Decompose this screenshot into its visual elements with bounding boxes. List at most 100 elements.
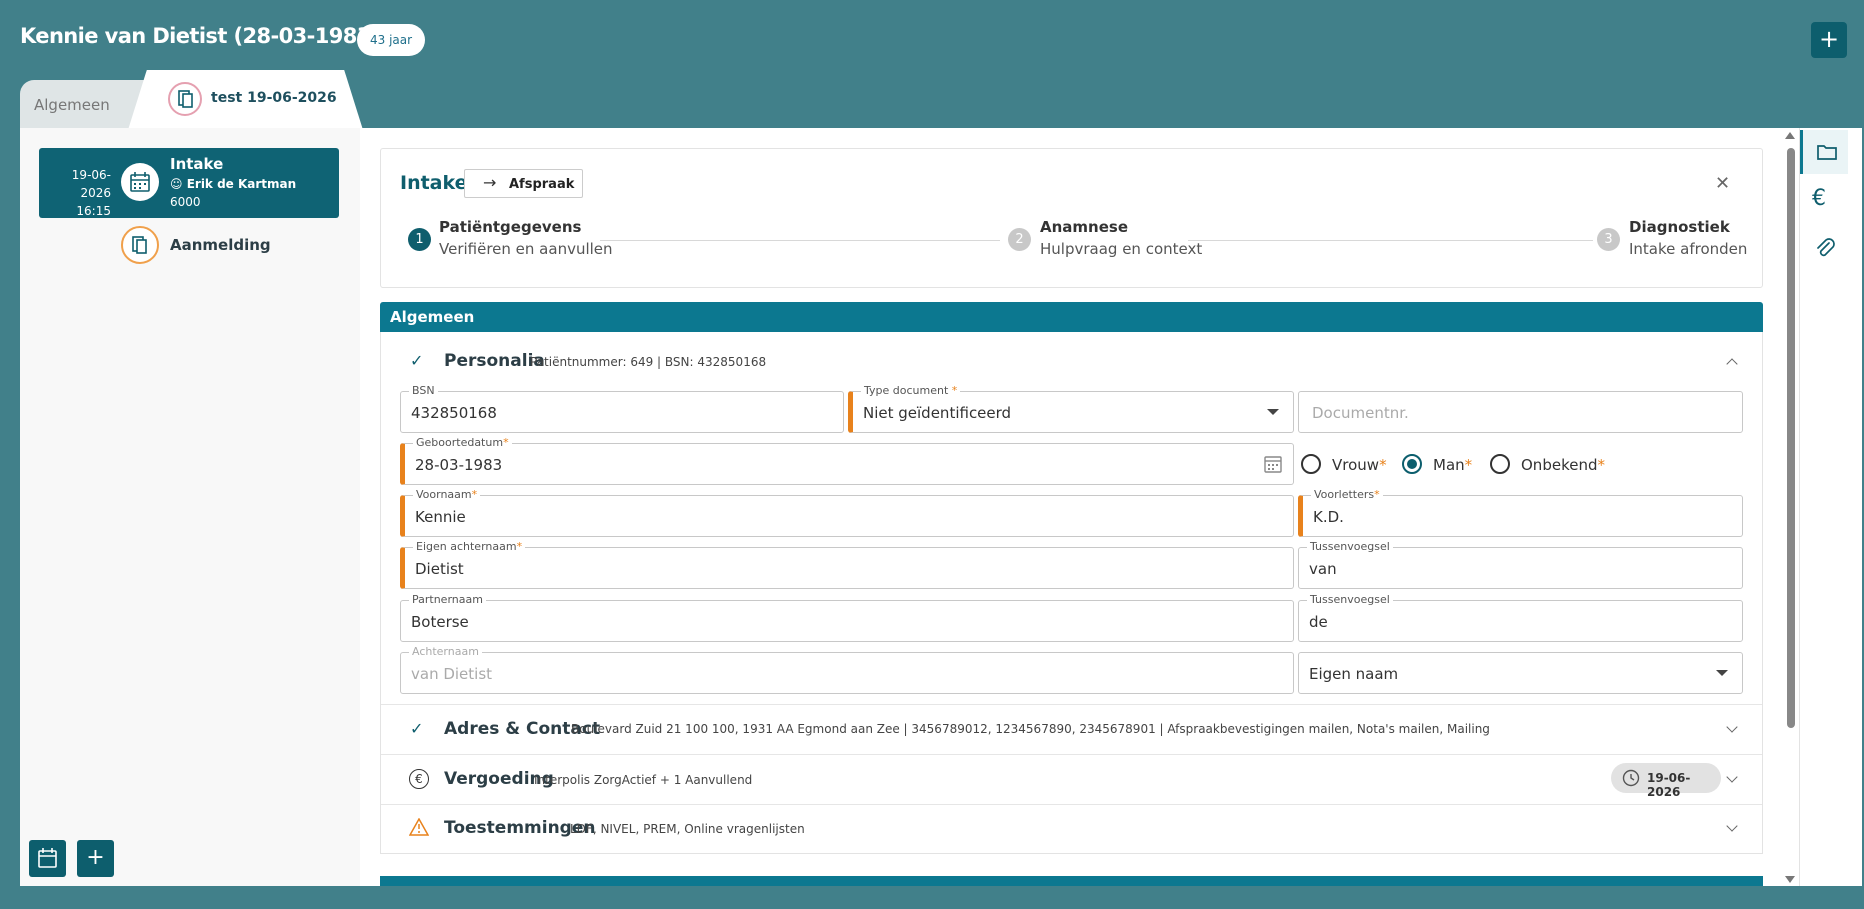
tab-test[interactable]: test 19-06-2026 xyxy=(128,70,363,130)
section-header-label: Algemeen xyxy=(390,308,475,326)
chevron-down-icon xyxy=(1716,670,1728,676)
naamgebruik-value: Eigen naam xyxy=(1309,665,1399,683)
appointment-title: Intake xyxy=(170,155,224,173)
adres-sub: Boulevard Zuid 21 100 100, 1931 AA Egmon… xyxy=(571,722,1490,736)
toestemmingen-sub: LDF, NIVEL, PREM, Online vragenlijsten xyxy=(570,822,805,836)
type-document-value: Niet geïdentificeerd xyxy=(863,404,1012,422)
radio-vrouw[interactable] xyxy=(1301,454,1321,474)
add-appointment-button[interactable]: + xyxy=(77,840,114,877)
partnernaam-label: Partnernaam xyxy=(409,593,486,606)
scroll-up-arrow[interactable] xyxy=(1785,132,1795,139)
voornaam-field[interactable]: Voornaam* Kennie xyxy=(400,488,1294,537)
step-1-sub: Verifiëren en aanvullen xyxy=(439,240,613,258)
appointment-date: 19-06-2026 xyxy=(71,168,111,200)
section-header: Algemeen xyxy=(380,302,1763,332)
voorletters-field[interactable]: Voorletters* K.D. xyxy=(1298,488,1743,537)
folder-icon xyxy=(1817,145,1837,160)
eigen-achternaam-label: Eigen achternaam* xyxy=(413,540,526,553)
divider xyxy=(381,704,1762,705)
scrollbar-thumb[interactable] xyxy=(1787,148,1795,728)
voorletters-value: K.D. xyxy=(1313,508,1344,526)
document-icon xyxy=(168,82,202,116)
achternaam-label: Achternaam xyxy=(409,645,482,658)
afspraak-button[interactable]: → Afspraak xyxy=(464,169,583,198)
radio-onbekend[interactable] xyxy=(1490,454,1510,474)
achternaam-field: Achternaam van Dietist xyxy=(400,645,1294,694)
calendar-icon xyxy=(38,848,57,868)
add-button[interactable]: + xyxy=(1811,22,1847,58)
afspraak-label: Afspraak xyxy=(509,177,575,192)
documentnr-input[interactable]: Documentnr. xyxy=(1298,391,1743,433)
tab-label: test 19-06-2026 xyxy=(211,90,337,106)
calendar-icon xyxy=(121,163,159,201)
aanmelding-icon[interactable] xyxy=(121,226,159,264)
folder-button[interactable] xyxy=(1800,130,1848,174)
step-3-title[interactable]: Diagnostiek xyxy=(1629,218,1730,236)
tussenvoegsel-label: Tussenvoegsel xyxy=(1307,540,1393,553)
patient-title: Kennie van Dietist (28-03-1983) M xyxy=(20,24,407,48)
step-2-sub: Hulpvraag en context xyxy=(1040,240,1203,258)
step-2-title[interactable]: Anamnese xyxy=(1040,218,1128,236)
step-1-number[interactable]: 1 xyxy=(408,228,431,251)
scroll-down-arrow[interactable] xyxy=(1785,876,1795,883)
eigen-achternaam-field[interactable]: Eigen achternaam* Dietist xyxy=(400,540,1294,589)
geboortedatum-label: Geboortedatum* xyxy=(413,436,512,449)
appointment-card[interactable]: 19-06-2026 16:15 Intake ☺ Erik de Kartma… xyxy=(39,148,339,218)
documentnr-placeholder: Documentnr. xyxy=(1312,404,1409,422)
divider xyxy=(381,754,1762,755)
tussenvoegsel-field[interactable]: Tussenvoegsel van xyxy=(1298,540,1743,589)
eigen-achternaam-value: Dietist xyxy=(415,560,464,578)
arrow-right-icon: → xyxy=(483,173,497,192)
close-icon[interactable]: ✕ xyxy=(1715,173,1730,194)
step-3-sub: Intake afronden xyxy=(1629,240,1748,258)
type-document-label: Type document * xyxy=(861,384,961,397)
tab-label: Algemeen xyxy=(34,96,110,114)
aanmelding-label[interactable]: Aanmelding xyxy=(170,236,271,254)
appointment-code: 6000 xyxy=(170,195,201,209)
radio-man-label[interactable]: Man* xyxy=(1433,456,1472,474)
history-date-badge[interactable]: 19-06-2026 xyxy=(1611,763,1721,799)
voornaam-value: Kennie xyxy=(415,508,466,526)
bsn-field[interactable]: BSN 432850168 xyxy=(400,384,844,433)
next-section-header xyxy=(380,876,1763,886)
geboortedatum-field[interactable]: Geboortedatum* 28-03-1983 xyxy=(400,436,1294,485)
personalia-sub: Patiëntnummer: 649 | BSN: 432850168 xyxy=(530,355,767,369)
calendar-icon[interactable] xyxy=(1263,454,1283,478)
naamgebruik-select[interactable]: Eigen naam xyxy=(1298,652,1743,694)
step-connector xyxy=(1188,240,1593,241)
user-icon: ☺ xyxy=(170,177,183,191)
warning-icon xyxy=(408,817,430,840)
intake-title: Intake xyxy=(400,172,468,194)
tussenvoegsel-value: van xyxy=(1309,560,1337,578)
tussenvoegsel-partner-label: Tussenvoegsel xyxy=(1307,593,1393,606)
step-3-number[interactable]: 3 xyxy=(1597,228,1620,251)
practitioner-name: Erik de Kartman xyxy=(186,177,297,191)
voorletters-label: Voorletters* xyxy=(1311,488,1383,501)
appointment-time: 16:15 xyxy=(76,204,111,218)
appointment-datetime: 19-06-2026 16:15 xyxy=(47,166,111,220)
tussenvoegsel-partner-field[interactable]: Tussenvoegsel de xyxy=(1298,593,1743,642)
appointment-practitioner: ☺ Erik de Kartman xyxy=(170,177,296,191)
step-connector xyxy=(600,240,1000,241)
calendar-button[interactable] xyxy=(29,840,66,877)
radio-man[interactable] xyxy=(1402,454,1422,474)
history-icon xyxy=(1622,769,1640,787)
radio-vrouw-label[interactable]: Vrouw* xyxy=(1332,456,1387,474)
paperclip-icon[interactable] xyxy=(1814,236,1836,264)
step-2-number[interactable]: 2 xyxy=(1008,228,1031,251)
check-icon: ✓ xyxy=(410,351,424,370)
divider xyxy=(381,804,1762,805)
check-icon: ✓ xyxy=(410,719,424,738)
chevron-down-icon xyxy=(1267,409,1279,415)
tussenvoegsel-partner-value: de xyxy=(1309,613,1328,631)
radio-onbekend-label[interactable]: Onbekend* xyxy=(1521,456,1605,474)
voornaam-label: Voornaam* xyxy=(413,488,481,501)
partnernaam-field[interactable]: Partnernaam Boterse xyxy=(400,593,1294,642)
achternaam-value: van Dietist xyxy=(411,665,493,683)
bsn-value: 432850168 xyxy=(411,404,497,422)
step-1-title[interactable]: Patiëntgegevens xyxy=(439,218,581,236)
partnernaam-value: Boterse xyxy=(411,613,469,631)
vergoeding-sub: Interpolis ZorgActief + 1 Aanvullend xyxy=(534,773,753,787)
type-document-select[interactable]: Type document * Niet geïdentificeerd xyxy=(848,384,1294,433)
euro-icon[interactable]: € xyxy=(1812,186,1826,211)
